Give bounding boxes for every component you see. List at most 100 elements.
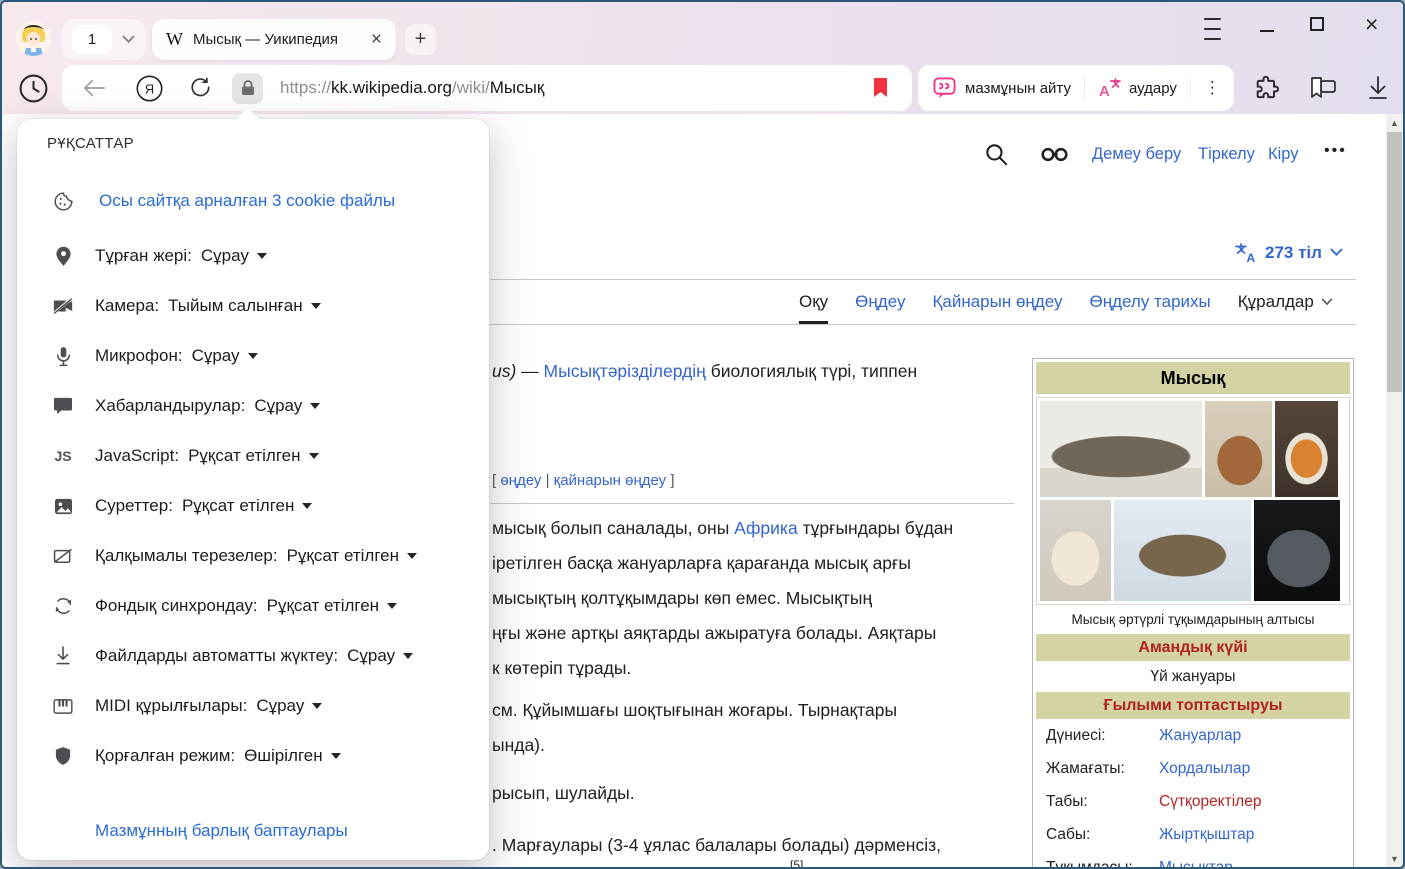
permission-auto-downloads[interactable]: Файлдарды автоматты жүктеу:Сұрау	[52, 644, 413, 668]
extensions-button[interactable]	[1253, 75, 1281, 103]
permission-location[interactable]: Тұрған жері:Сұрау	[52, 244, 267, 268]
downloads-button[interactable]	[1366, 75, 1390, 101]
address-bar[interactable]: Я https://kk.wikipedia.org/wiki/Мысық	[62, 65, 912, 111]
permission-javascript[interactable]: JS JavaScript:Рұқсат етілген	[52, 444, 319, 468]
location-icon	[52, 246, 74, 267]
dropdown-caret-icon[interactable]	[311, 303, 321, 309]
edit-link[interactable]: өңдеу	[500, 472, 541, 489]
register-link[interactable]: Тіркелу	[1198, 145, 1255, 164]
translate-button[interactable]: A аудару	[1098, 77, 1177, 99]
felidae-link[interactable]: Мысықтәрізділердің	[544, 361, 706, 381]
scroll-up-icon[interactable]: ▲	[1386, 114, 1403, 131]
minimize-button[interactable]	[1260, 30, 1274, 32]
search-button[interactable]	[984, 142, 1009, 167]
permission-camera[interactable]: Камера:Тыйым салынған	[52, 294, 321, 318]
dropdown-caret-icon[interactable]	[302, 503, 312, 509]
maximize-button[interactable]	[1310, 17, 1324, 31]
reload-button[interactable]	[189, 77, 211, 99]
plus-icon: +	[415, 28, 427, 51]
collections-button[interactable]	[1308, 75, 1338, 102]
cat-photo-abyssinian[interactable]	[1205, 401, 1272, 497]
chevron-down-icon[interactable]	[122, 35, 135, 44]
glasses-icon	[1040, 147, 1070, 162]
more-actions-icon[interactable]: ⋮	[1204, 78, 1222, 98]
scrollbar-thumb[interactable]	[1387, 132, 1402, 392]
dropdown-caret-icon[interactable]	[403, 653, 413, 659]
dropdown-caret-icon[interactable]	[312, 703, 322, 709]
language-count-label: 273 тіл	[1265, 243, 1322, 263]
tab-edit-source[interactable]: Қайнарын өңдеу	[932, 292, 1062, 312]
url-text[interactable]: https://kk.wikipedia.org/wiki/Мысық	[280, 78, 544, 98]
dropdown-caret-icon[interactable]	[257, 253, 267, 259]
edit-source-link[interactable]: қайнарын өңдеу	[554, 472, 667, 489]
scroll-down-icon[interactable]: ▼	[1386, 850, 1403, 867]
tab-tools[interactable]: Құралдар	[1238, 292, 1333, 312]
close-window-button[interactable]: ×	[1365, 13, 1378, 36]
dropdown-caret-icon[interactable]	[248, 353, 258, 359]
menu-button[interactable]	[1204, 18, 1221, 40]
new-tab-button[interactable]: +	[405, 24, 436, 55]
permission-protected-content[interactable]: Қорғалған режим:Өшірілген	[52, 744, 341, 768]
cat-photo-siamese[interactable]	[1040, 500, 1111, 601]
tab-edit[interactable]: Өңдеу	[855, 292, 905, 312]
tab-close-icon[interactable]: ×	[371, 30, 382, 49]
permission-midi[interactable]: MIDI құрылғылары:Сұрау	[52, 694, 322, 718]
permission-popups[interactable]: Қалқымалы терезелер:Рұқсат етілген	[52, 544, 417, 568]
history-button[interactable]	[18, 73, 49, 104]
article-line: мысықтың қолтұқымдары көп емес. Мысықтың	[492, 588, 872, 609]
page-scrollbar[interactable]: ▲ ▼	[1386, 114, 1403, 867]
taxonomy-row: Тұқымдасы:Мысықтар	[1036, 851, 1350, 869]
collections-icon	[1308, 75, 1338, 102]
appearance-button[interactable]	[1040, 147, 1070, 162]
tab-wikipedia[interactable]: W Мысық — Уикипедия ×	[152, 19, 396, 60]
yandex-button[interactable]: Я	[136, 75, 163, 102]
user-menu-ellipsis-icon[interactable]: •••	[1324, 142, 1347, 160]
language-selector[interactable]: A 273 тіл	[1234, 242, 1343, 263]
permission-notifications[interactable]: Хабарландырулар:Сұрау	[52, 394, 320, 418]
cat-photo-tabby-snow[interactable]	[1114, 500, 1251, 601]
cat-photo-orange-white[interactable]	[1275, 401, 1338, 497]
cookies-link-row[interactable]: Осы сайтқа арналған 3 cookie файлы	[52, 189, 395, 213]
family-link[interactable]: Мысықтар	[1159, 859, 1233, 869]
class-link[interactable]: Сүтқоректілер	[1159, 793, 1261, 811]
all-content-settings-row[interactable]: Мазмұнның барлық баптаулары	[52, 819, 348, 843]
download-icon	[1366, 75, 1390, 101]
javascript-icon: JS	[52, 448, 74, 464]
login-link[interactable]: Кіру	[1268, 145, 1299, 164]
dropdown-caret-icon[interactable]	[387, 603, 397, 609]
cookies-link[interactable]: Осы сайтқа арналған 3 cookie файлы	[99, 191, 395, 211]
back-icon[interactable]	[83, 79, 105, 97]
chevron-down-icon	[1321, 298, 1333, 306]
dropdown-caret-icon[interactable]	[309, 453, 319, 459]
kingdom-link[interactable]: Жануарлар	[1159, 727, 1241, 745]
permission-images[interactable]: Суреттер:Рұқсат етілген	[52, 494, 312, 518]
tab-group-pill[interactable]: 1	[62, 19, 146, 60]
divider	[1190, 77, 1191, 99]
dropdown-caret-icon[interactable]	[331, 753, 341, 759]
order-link[interactable]: Жыртқыштар	[1159, 826, 1254, 844]
tab-history[interactable]: Өңделу тарихы	[1089, 292, 1210, 312]
cat-photo-gray[interactable]	[1254, 500, 1340, 601]
dropdown-caret-icon[interactable]	[407, 553, 417, 559]
permission-background-sync[interactable]: Фондық синхрондау:Рұқсат етілген	[52, 594, 397, 618]
tab-group-badge[interactable]: 1	[72, 25, 112, 54]
phylum-link[interactable]: Хордалылар	[1159, 760, 1250, 778]
reference-link[interactable]: [5]	[790, 858, 803, 869]
profile-avatar[interactable]	[16, 21, 51, 56]
browser-chrome: 1 W Мысық — Уикипедия × + × Я	[2, 2, 1403, 114]
cat-photo-tabby-lying[interactable]	[1040, 401, 1202, 497]
africa-link[interactable]: Африка	[734, 518, 798, 538]
divider	[1084, 77, 1085, 99]
dropdown-caret-icon[interactable]	[310, 403, 320, 409]
section-edit-links: [ өңдеу | қайнарын өңдеу ]	[492, 472, 675, 489]
cookie-icon	[52, 191, 74, 212]
read-aloud-button[interactable]: мазмұнын айту	[933, 77, 1071, 99]
site-info-button[interactable]	[232, 73, 263, 104]
clock-icon	[18, 73, 49, 104]
tab-read[interactable]: Оқу	[799, 292, 828, 324]
all-content-settings-link[interactable]: Мазмұнның барлық баптаулары	[95, 821, 348, 841]
article-line: к көтеріп тұрады.	[492, 658, 631, 679]
bookmark-icon[interactable]	[873, 78, 888, 98]
donate-link[interactable]: Демеу беру	[1092, 145, 1181, 164]
permission-microphone[interactable]: Микрофон:Сұрау	[52, 344, 258, 368]
